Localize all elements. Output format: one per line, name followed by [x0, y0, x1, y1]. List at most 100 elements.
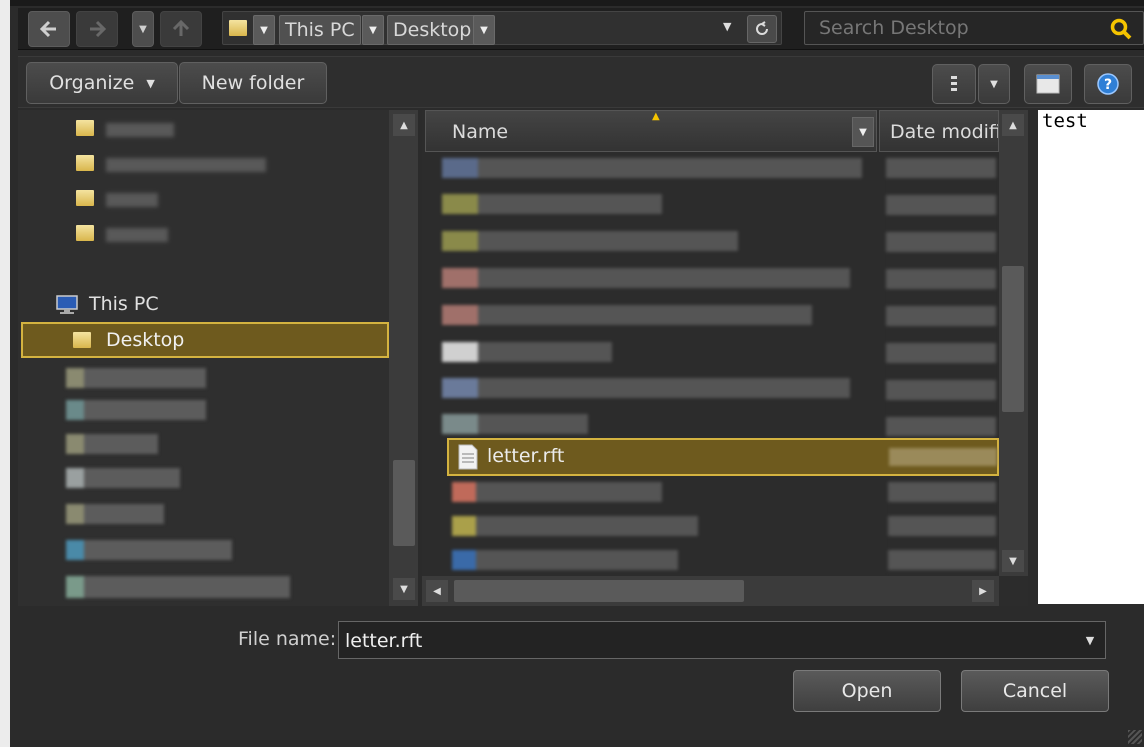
chevron-down-icon: ▼ [990, 78, 998, 90]
column-header-name[interactable]: ▲ Name ▼ [425, 110, 877, 152]
search-input[interactable]: Search Desktop [819, 17, 969, 39]
scroll-thumb[interactable] [454, 580, 744, 602]
address-history-dropdown[interactable]: ▼ [723, 20, 731, 33]
breadcrumb-this-pc-dropdown[interactable]: ▼ [362, 15, 384, 45]
text-document-icon [458, 444, 478, 470]
chevron-down-icon: ▼ [139, 23, 147, 35]
help-button[interactable]: ? [1084, 64, 1132, 104]
chevron-down-icon: ▼ [146, 76, 155, 90]
arrow-up-icon [172, 19, 190, 36]
organize-button[interactable]: Organize ▼ [26, 62, 178, 104]
blurred-file-row [442, 158, 862, 178]
blurred-file-row [442, 342, 612, 362]
file-list-horizontal-scrollbar[interactable]: ◀ ▶ [422, 576, 999, 606]
breadcrumb-this-pc[interactable]: This PC [279, 15, 361, 45]
open-button[interactable]: Open [793, 670, 941, 712]
blurred-date [889, 448, 997, 466]
refresh-button[interactable] [747, 15, 777, 43]
file-list-vertical-scrollbar[interactable]: ▲ ▼ [999, 110, 1028, 576]
blurred-file-row [442, 414, 588, 434]
blurred-file-row [442, 194, 662, 214]
blurred-date-column [888, 482, 996, 572]
svg-text:?: ? [1104, 77, 1112, 93]
blurred-label [106, 228, 168, 242]
preview-pane-button[interactable] [1024, 64, 1072, 104]
details-view-icon [951, 76, 957, 91]
sidebar-item-label: This PC [89, 293, 159, 315]
blurred-label [106, 123, 174, 137]
file-name-label: File name: [238, 628, 337, 650]
desktop-folder-icon [229, 20, 247, 36]
blurred-file-row [452, 516, 698, 536]
preview-pane: test [1038, 110, 1144, 604]
forward-button[interactable] [76, 11, 118, 47]
address-bar[interactable]: ▼ This PC ▼ Desktop ▼ ▼ [222, 11, 782, 45]
blurred-item [66, 434, 158, 454]
arrow-right-icon [90, 20, 107, 38]
folder-icon [76, 155, 94, 171]
column-filter-dropdown[interactable]: ▼ [852, 117, 874, 147]
blurred-item [66, 368, 206, 388]
file-name-input[interactable]: letter.rft [345, 630, 422, 652]
navigation-pane [18, 110, 418, 606]
resize-grip-icon[interactable] [1128, 730, 1142, 744]
folder-icon [76, 225, 94, 241]
blurred-label [106, 158, 266, 172]
blurred-file-row [452, 550, 678, 570]
scroll-up-button[interactable]: ▲ [1002, 114, 1024, 136]
scroll-right-button[interactable]: ▶ [972, 580, 994, 602]
scroll-thumb[interactable] [1002, 266, 1024, 412]
sidebar-item-desktop[interactable]: Desktop [21, 322, 389, 358]
blurred-file-row [452, 482, 662, 502]
navigation-scrollbar[interactable]: ▲ ▼ [389, 110, 418, 606]
help-icon: ? [1097, 73, 1119, 95]
column-header-label: Date modifie [890, 121, 998, 143]
up-button[interactable] [160, 11, 202, 47]
file-name-history-dropdown[interactable]: ▼ [1075, 622, 1105, 658]
organize-label: Organize [49, 72, 135, 94]
breadcrumb-desktop[interactable]: Desktop [387, 15, 478, 45]
blurred-file-row [442, 378, 850, 398]
refresh-icon [756, 21, 768, 35]
scroll-up-button[interactable]: ▲ [393, 114, 415, 136]
navigation-bar: ▼ ▼ This PC ▼ Desktop ▼ ▼ Search Desktop [18, 8, 1144, 50]
sort-ascending-icon: ▲ [652, 111, 660, 122]
computer-icon [56, 295, 78, 314]
desktop-folder-icon [73, 332, 91, 348]
cancel-button[interactable]: Cancel [961, 670, 1109, 712]
scroll-thumb[interactable] [393, 460, 415, 546]
blurred-item [66, 400, 206, 420]
blurred-file-row [442, 268, 850, 288]
blurred-file-row [442, 231, 738, 251]
search-box[interactable]: Search Desktop [804, 11, 1144, 45]
scroll-down-button[interactable]: ▼ [1002, 550, 1024, 572]
change-view-button[interactable] [932, 64, 976, 104]
blurred-item [66, 504, 164, 524]
preview-text: test [1042, 110, 1088, 132]
new-folder-button[interactable]: New folder [179, 62, 327, 104]
scroll-left-button[interactable]: ◀ [426, 580, 448, 602]
blurred-file-row [442, 305, 812, 325]
folder-icon [76, 190, 94, 206]
breadcrumb-desktop-dropdown[interactable]: ▼ [473, 15, 495, 45]
back-button[interactable] [28, 11, 70, 47]
blurred-label [106, 193, 158, 207]
file-name-combobox[interactable]: letter.rft ▼ [338, 621, 1106, 659]
breadcrumb-root-dropdown[interactable]: ▼ [253, 15, 275, 45]
view-options-dropdown[interactable]: ▼ [978, 64, 1010, 104]
sidebar-item-this-pc[interactable]: This PC [50, 290, 350, 320]
column-header-label: Name [452, 121, 509, 143]
blurred-date-column [886, 158, 996, 436]
scroll-down-button[interactable]: ▼ [393, 578, 415, 600]
blurred-item [66, 468, 180, 488]
arrow-left-icon [39, 20, 56, 38]
search-icon[interactable] [1109, 17, 1133, 41]
column-header-date-modified[interactable]: Date modifie [879, 110, 999, 152]
blurred-item [66, 540, 232, 560]
preview-pane-icon [1036, 74, 1060, 94]
file-name-label: letter.rft [487, 445, 565, 467]
sidebar-item-label: Desktop [106, 329, 185, 351]
recent-locations-button[interactable]: ▼ [132, 11, 154, 47]
file-row-selected[interactable]: letter.rft [447, 438, 999, 476]
folder-icon [76, 120, 94, 136]
